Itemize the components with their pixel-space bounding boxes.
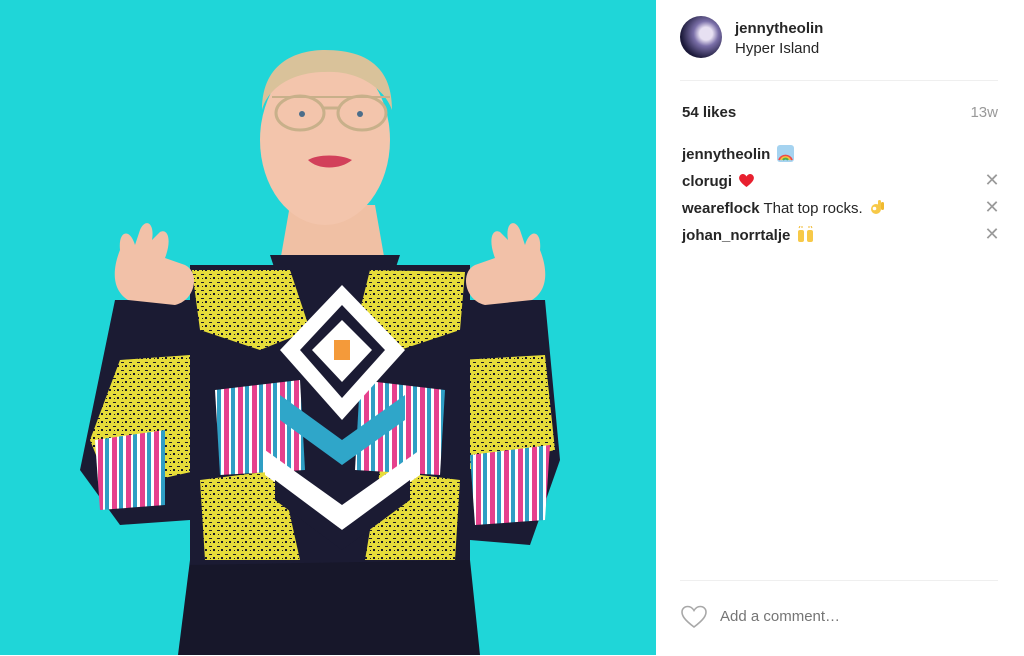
comment-item: clorugi ✕ bbox=[682, 171, 1000, 199]
post-time-ago[interactable]: 13w bbox=[970, 104, 998, 121]
post-header: jennytheolin Hyper Island bbox=[680, 16, 998, 81]
raising-hands-emoji-icon bbox=[797, 226, 813, 242]
post-sidebar: jennytheolin Hyper Island 54 likes 13w j… bbox=[656, 0, 1024, 655]
comment-username[interactable]: weareflock bbox=[682, 200, 760, 217]
comment-item: weareflock That top rocks. ✕ bbox=[682, 198, 1000, 226]
comment-item: jennytheolin bbox=[682, 145, 1000, 172]
delete-comment-icon[interactable]: ✕ bbox=[984, 225, 1000, 243]
comment-username[interactable]: johan_norrtalje bbox=[682, 227, 790, 244]
like-heart-icon[interactable] bbox=[681, 605, 707, 629]
instagram-post: jennytheolin Hyper Island 54 likes 13w j… bbox=[0, 0, 1024, 655]
author-username[interactable]: jennytheolin bbox=[735, 20, 823, 37]
add-comment-input[interactable] bbox=[720, 608, 980, 625]
person-in-patterned-sweater-photo bbox=[0, 0, 656, 655]
comment-username[interactable]: clorugi bbox=[682, 173, 732, 190]
post-footer bbox=[680, 580, 998, 656]
red-heart-emoji-icon bbox=[739, 174, 755, 187]
comment-username[interactable]: jennytheolin bbox=[682, 146, 770, 163]
likes-count[interactable]: 54 likes bbox=[682, 104, 736, 121]
ok-hand-emoji-icon bbox=[870, 200, 884, 214]
rainbow-emoji-icon bbox=[776, 145, 794, 162]
delete-comment-icon[interactable]: ✕ bbox=[984, 171, 1000, 189]
comment-text: That top rocks. bbox=[763, 200, 863, 217]
comment-list: jennytheolin clorugi ✕ weareflock That t… bbox=[682, 145, 1000, 253]
post-location[interactable]: Hyper Island bbox=[735, 40, 819, 57]
comment-item: johan_norrtalje ✕ bbox=[682, 225, 1000, 253]
delete-comment-icon[interactable]: ✕ bbox=[984, 198, 1000, 216]
post-photo[interactable] bbox=[0, 0, 656, 655]
user-avatar[interactable] bbox=[680, 16, 722, 58]
